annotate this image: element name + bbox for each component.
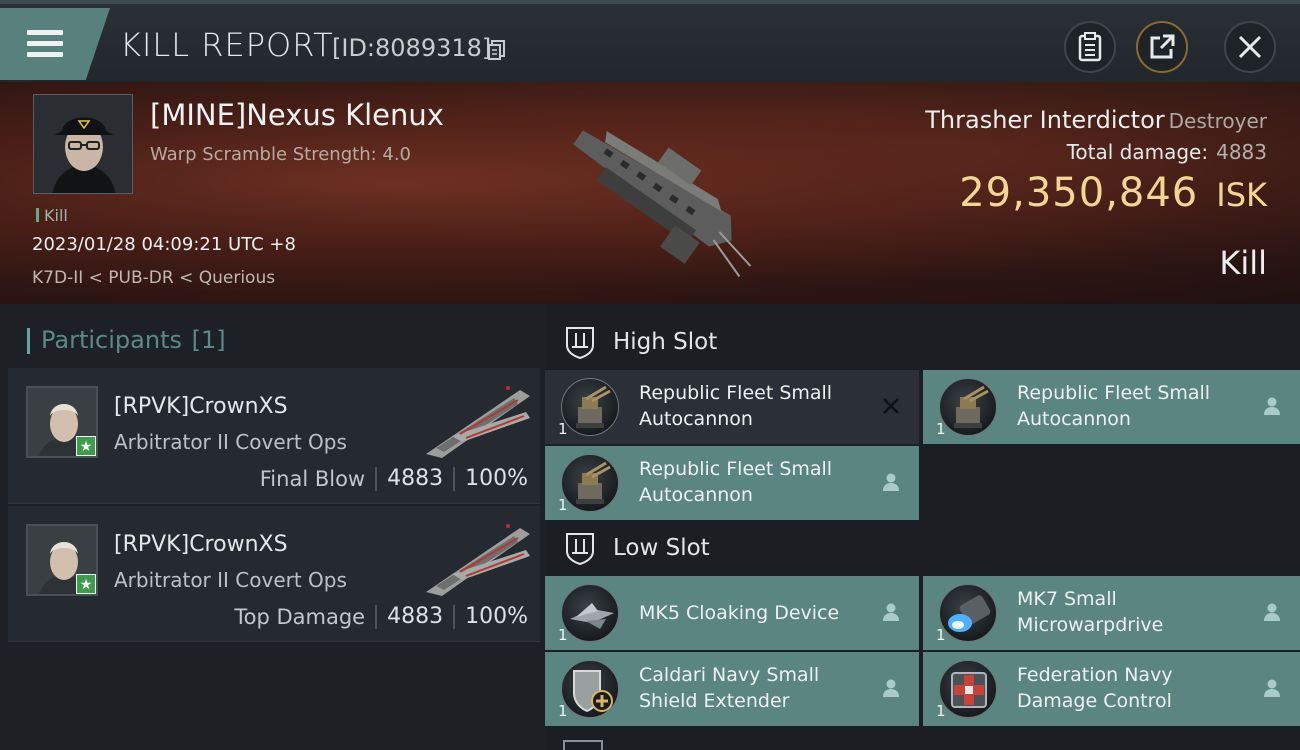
person-icon[interactable] (879, 470, 903, 494)
total-damage: Total damage: 4883 (1067, 140, 1267, 164)
module-item[interactable]: 1 Republic Fleet Small Autocannon (545, 370, 919, 444)
autocannon-icon (561, 378, 619, 436)
clipboard-button[interactable] (1064, 21, 1116, 73)
warp-scramble-strength: Warp Scramble Strength: 4.0 (150, 144, 412, 165)
participant-stats: Top Damage 4883 100% (234, 604, 528, 629)
module-quantity: 1 (558, 626, 568, 644)
module-quantity: 1 (558, 702, 568, 720)
header-bar: KILL REPORT [ID:8089318] (0, 0, 1300, 82)
star-badge-icon: ★ (76, 436, 96, 456)
participant-role: Final Blow (259, 466, 366, 491)
victim-portrait[interactable] (33, 94, 133, 194)
clipboard-icon (1078, 32, 1102, 62)
module-name: Republic Fleet Small Autocannon (639, 382, 833, 430)
menu-button[interactable] (0, 8, 110, 80)
module-name: MK5 Cloaking Device (639, 602, 840, 624)
star-badge-icon: ★ (76, 574, 96, 594)
module-name: Republic Fleet Small Autocannon (1017, 382, 1211, 430)
module-name: Caldari Navy Small Shield Extender (639, 664, 820, 712)
participant-avatar[interactable]: ★ (26, 524, 98, 596)
cloaking-device-icon (561, 584, 619, 642)
module-quantity: 1 (936, 626, 946, 644)
low-slot-header: Low Slot (563, 528, 710, 568)
participant-name[interactable]: [RPVK]CrownXS (114, 532, 288, 557)
participant-percent: 100% (465, 604, 528, 629)
isk-value-line: 29,350,846 ISK (959, 170, 1267, 216)
participant-damage: 4883 (387, 604, 444, 629)
module-name: Republic Fleet Small Autocannon (639, 458, 833, 506)
person-icon[interactable] (879, 676, 903, 700)
high-slot-header: High Slot (563, 322, 717, 362)
module-item[interactable]: 1 Republic Fleet Small Autocannon (923, 370, 1300, 444)
total-damage-label: Total damage: (1066, 140, 1209, 164)
module-item[interactable]: 1 MK5 Cloaking Device (545, 576, 919, 650)
low-slot-title: Low Slot (613, 535, 710, 561)
participant-damage: 4883 (387, 466, 444, 491)
person-icon[interactable] (879, 600, 903, 624)
close-icon (1238, 35, 1262, 59)
participant-avatar[interactable]: ★ (26, 386, 98, 458)
shield-extender-icon (561, 660, 619, 718)
hamburger-menu-icon[interactable] (27, 30, 63, 58)
victim-banner: [MINE]Nexus Klenux Warp Scramble Strengt… (0, 82, 1300, 304)
victim-ship-image[interactable] (540, 88, 770, 298)
pilot-avatar-icon (34, 95, 132, 193)
participant-name[interactable]: [RPVK]CrownXS (114, 394, 288, 419)
person-icon[interactable] (1260, 600, 1284, 624)
isk-unit: ISK (1216, 176, 1267, 214)
module-quantity: 1 (558, 420, 568, 438)
destroyed-x-icon (883, 398, 899, 414)
high-slot-title: High Slot (613, 329, 718, 355)
participant-ship-image[interactable] (422, 378, 534, 460)
participant-ship: Arbitrator II Covert Ops (114, 568, 347, 592)
participant-percent: 100% (465, 466, 528, 491)
victim-name[interactable]: [MINE]Nexus Klenux (150, 98, 444, 132)
low-slot-icon (566, 533, 594, 565)
total-damage-value: 4883 (1216, 140, 1267, 164)
module-quantity: 1 (936, 702, 946, 720)
participant-row[interactable]: ★ [RPVK]CrownXS Arbitrator II Covert Ops… (8, 506, 540, 642)
participants-panel: Participants [1] ★ [RPVK]CrownXS Arbitra… (0, 304, 545, 750)
victim-ship-line: Thrasher Interdictor Destroyer (925, 106, 1267, 134)
participants-header: Participants [1] (27, 326, 226, 354)
module-item[interactable]: 1 Federation Navy Damage Control (923, 652, 1300, 726)
page-title: KILL REPORT (120, 26, 334, 64)
participant-ship: Arbitrator II Covert Ops (114, 430, 347, 454)
share-button[interactable] (1136, 21, 1188, 73)
participant-ship-image[interactable] (422, 516, 534, 598)
next-slot-header-peek (563, 740, 603, 750)
participant-row[interactable]: ★ [RPVK]CrownXS Arbitrator II Covert Ops… (8, 368, 540, 504)
module-name: MK7 Small Microwarpdrive (1017, 588, 1164, 636)
report-id: [ID:8089318] (332, 34, 492, 62)
module-item[interactable]: 1 MK7 Small Microwarpdrive (923, 576, 1300, 650)
module-name: Federation Navy Damage Control (1017, 664, 1173, 712)
victim-ship-name[interactable]: Thrasher Interdictor (925, 106, 1164, 134)
victim-ship-class: Destroyer (1168, 109, 1267, 133)
participants-title: Participants (41, 326, 182, 354)
isk-value: 29,350,846 (959, 170, 1199, 216)
module-quantity: 1 (558, 496, 568, 514)
autocannon-icon (939, 378, 997, 436)
high-slot-icon (566, 327, 594, 359)
kill-datetime: 2023/01/28 04:09:21 UTC +8 (32, 234, 296, 255)
fitting-panel: High Slot 1 Republic Fleet Small Autocan… (545, 304, 1300, 750)
damage-control-icon (939, 660, 997, 718)
module-item[interactable]: 1 Republic Fleet Small Autocannon (545, 446, 919, 520)
participant-stats: Final Blow 4883 100% (260, 466, 528, 491)
microwarpdrive-icon (939, 584, 997, 642)
module-item[interactable]: 1 Caldari Navy Small Shield Extender (545, 652, 919, 726)
person-icon[interactable] (1260, 676, 1284, 700)
participant-role: Top Damage (234, 604, 366, 629)
close-button[interactable] (1224, 21, 1276, 73)
kill-location[interactable]: K7D-II < PUB-DR < Querious (32, 268, 275, 288)
module-quantity: 1 (936, 420, 946, 438)
kill-result: Kill (1219, 244, 1267, 282)
kill-type-tag: Kill (36, 206, 68, 225)
participants-count: [1] (191, 326, 226, 354)
share-icon (1150, 34, 1175, 59)
copy-icon[interactable] (488, 40, 506, 60)
person-icon[interactable] (1260, 394, 1284, 418)
autocannon-icon (561, 454, 619, 512)
